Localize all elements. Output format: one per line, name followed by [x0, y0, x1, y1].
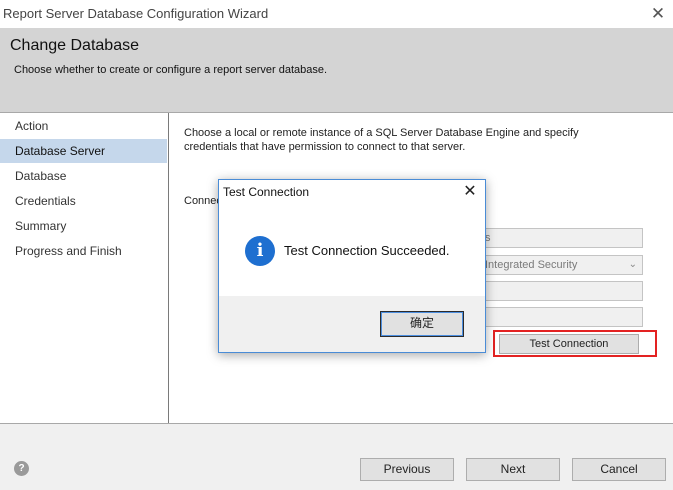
window-titlebar: Report Server Database Configuration Wiz…: [0, 0, 673, 28]
connect-label: Connec: [184, 195, 222, 207]
nav-item-summary[interactable]: Summary: [0, 214, 167, 238]
page-header: Change Database Choose whether to create…: [0, 28, 673, 113]
dialog-message: Test Connection Succeeded.: [284, 243, 450, 258]
close-icon[interactable]: ✕: [646, 2, 670, 26]
test-connection-button[interactable]: Test Connection: [499, 334, 639, 354]
nav-item-database-server[interactable]: Database Server: [0, 139, 167, 163]
intro-text: Choose a local or remote instance of a S…: [184, 127, 579, 153]
wizard-steps-nav: Action Database Server Database Credenti…: [0, 113, 169, 423]
previous-button[interactable]: Previous: [360, 458, 454, 481]
ok-button[interactable]: 确定: [380, 311, 464, 337]
dialog-close-icon[interactable]: ✕: [459, 181, 481, 203]
next-button[interactable]: Next: [466, 458, 560, 481]
username-field[interactable]: [480, 281, 643, 301]
nav-item-progress-and-finish[interactable]: Progress and Finish: [0, 239, 167, 263]
cancel-button[interactable]: Cancel: [572, 458, 666, 481]
info-icon: i: [245, 236, 275, 266]
server-name-field[interactable]: s: [480, 228, 643, 248]
page-subtitle: Choose whether to create or configure a …: [14, 64, 328, 76]
help-icon[interactable]: ?: [14, 461, 29, 476]
window-title: Report Server Database Configuration Wiz…: [3, 6, 269, 21]
test-connection-dialog: Test Connection ✕ i Test Connection Succ…: [218, 179, 486, 353]
page-title: Change Database: [10, 37, 139, 54]
authentication-type-value: Integrated Security: [485, 259, 578, 271]
chevron-down-icon: ⌄: [628, 259, 637, 270]
dialog-title: Test Connection: [223, 185, 310, 199]
dialog-footer: 确定: [219, 296, 485, 352]
password-field[interactable]: [480, 307, 643, 327]
nav-item-credentials[interactable]: Credentials: [0, 189, 167, 213]
nav-item-action[interactable]: Action: [0, 114, 167, 138]
authentication-type-select[interactable]: Integrated Security ⌄: [480, 255, 643, 275]
nav-item-database[interactable]: Database: [0, 164, 167, 188]
